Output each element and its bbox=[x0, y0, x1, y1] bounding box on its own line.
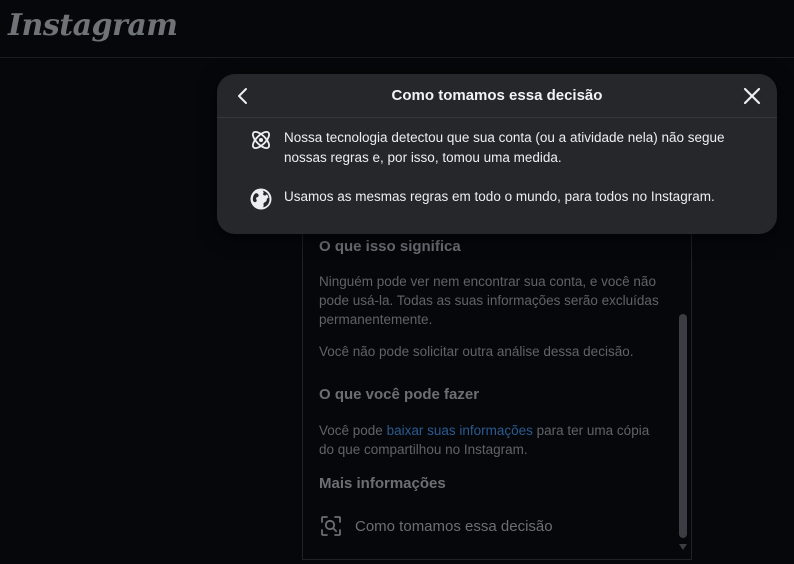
global-rules-text: Usamos as mesmas regras em todo o mundo,… bbox=[284, 189, 715, 204]
how-we-decided-label: Como tomamos essa decisão bbox=[355, 517, 553, 535]
download-paragraph: Você pode baixar suas informações para t… bbox=[319, 421, 664, 459]
meaning-paragraph: Ninguém pode ver nem encontrar sua conta… bbox=[319, 274, 659, 327]
download-prefix: Você pode bbox=[319, 423, 387, 438]
no-review-paragraph: Você não pode solicitar outra análise de… bbox=[319, 344, 634, 359]
modal-title: Como tomamos essa decisão bbox=[391, 87, 603, 104]
technology-text: Nossa tecnologia detectou que sua conta … bbox=[284, 130, 725, 165]
close-icon[interactable] bbox=[742, 86, 762, 106]
modal-row-global-rules: Usamos as mesmas regras em todo o mundo,… bbox=[249, 187, 764, 211]
top-bar: Instagram bbox=[0, 0, 794, 58]
scrollbar-thumb[interactable] bbox=[679, 314, 687, 538]
download-info-link[interactable]: baixar suas informações bbox=[387, 423, 533, 438]
scroll-down-arrow-icon[interactable] bbox=[679, 544, 687, 550]
panel-scrollbar[interactable] bbox=[676, 226, 690, 560]
section-title-what-to-do: O que você pode fazer bbox=[319, 386, 480, 403]
modal-row-technology: Nossa tecnologia detectou que sua conta … bbox=[249, 128, 764, 168]
technology-atom-icon bbox=[251, 130, 271, 150]
how-we-decided-item[interactable]: Como tomamos essa decisão bbox=[319, 514, 553, 538]
account-decision-panel: O que isso significa Ninguém pode ver ne… bbox=[302, 226, 692, 560]
section-title-meaning: O que isso significa bbox=[319, 238, 461, 255]
modal-header: Como tomamos essa decisão bbox=[217, 74, 777, 118]
section-title-more-info: Mais informações bbox=[319, 475, 446, 492]
search-document-icon bbox=[321, 516, 341, 536]
decision-info-modal: Como tomamos essa decisão Nossa tecnolog… bbox=[217, 74, 777, 234]
instagram-logo[interactable]: Instagram bbox=[8, 8, 178, 43]
globe-icon bbox=[250, 188, 272, 210]
